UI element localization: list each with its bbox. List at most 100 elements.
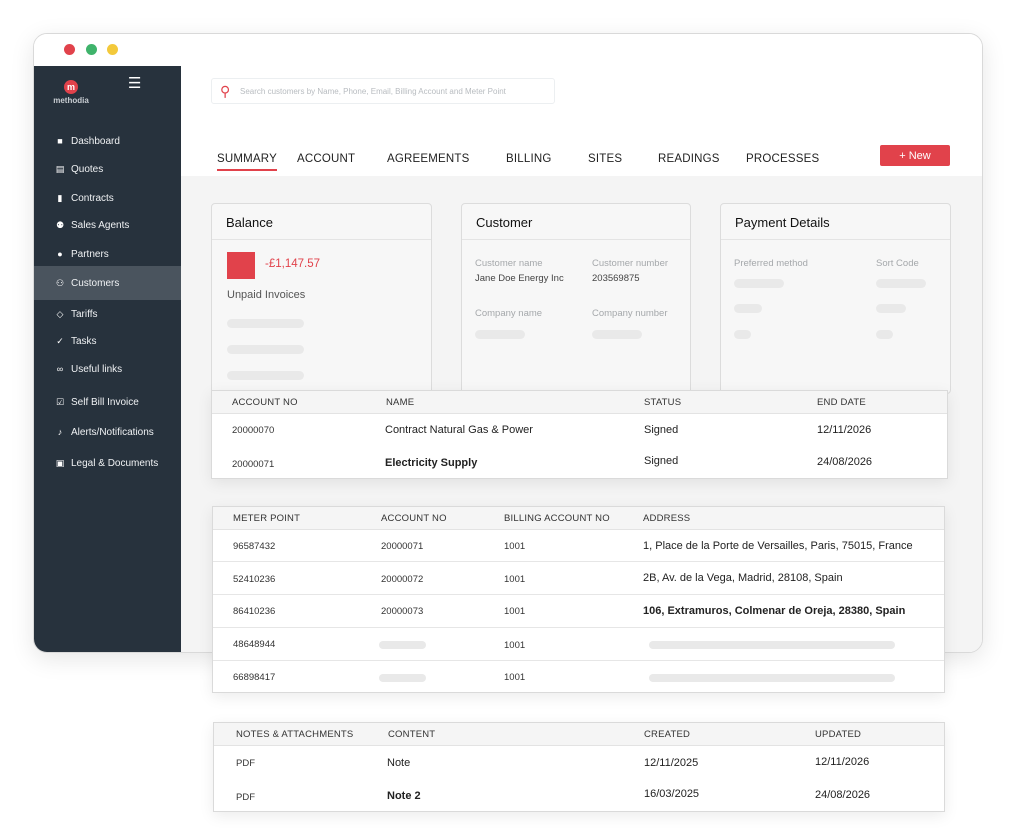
row-divider xyxy=(213,561,944,562)
unpaid-invoices-label[interactable]: Unpaid Invoices xyxy=(227,289,305,301)
new-button[interactable]: + New xyxy=(880,145,950,166)
sidebar-item-legal-documents[interactable]: ▣ Legal & Documents xyxy=(34,447,181,479)
customer-number-value: 203569875 xyxy=(592,273,640,284)
placeholder-line xyxy=(475,330,525,339)
customer-card: Customer Customer name Jane Doe Energy I… xyxy=(461,203,691,394)
stage: m methodia ☰ ■ Dashboard ▤ Quotes ▮ Cont… xyxy=(0,0,1024,840)
column-header[interactable]: NAME xyxy=(386,397,414,408)
checkbox-icon: ☑ xyxy=(55,396,65,407)
minimize-dot-icon[interactable] xyxy=(107,44,118,55)
sidebar-item-alerts[interactable]: ♪ Alerts/Notifications xyxy=(34,416,181,448)
status-cell: Signed xyxy=(644,424,679,436)
billing-account-cell: 1001 xyxy=(504,640,526,651)
file-type-cell: PDF xyxy=(236,758,255,769)
address-cell: 1, Place de la Porte de Versailles, Pari… xyxy=(643,540,913,552)
placeholder-line xyxy=(734,304,762,313)
tab-summary[interactable]: SUMMARY xyxy=(217,153,277,171)
column-header[interactable]: NOTES & ATTACHMENTS xyxy=(236,729,353,740)
billing-account-cell: 1001 xyxy=(504,574,526,585)
column-header[interactable]: CONTENT xyxy=(388,729,435,740)
column-header[interactable]: ACCOUNT NO xyxy=(232,397,298,408)
sidebar-item-quotes[interactable]: ▤ Quotes xyxy=(34,153,181,185)
address-cell: 2B, Av. de la Vega, Madrid, 28108, Spain xyxy=(643,572,843,584)
column-header[interactable]: END DATE xyxy=(817,397,866,408)
tab-billing[interactable]: BILLING xyxy=(506,153,552,165)
table-header: METER POINT ACCOUNT NO BILLING ACCOUNT N… xyxy=(213,507,944,530)
sort-code-label: Sort Code xyxy=(876,258,919,269)
account-no-cell: 20000071 xyxy=(381,541,424,552)
placeholder-line xyxy=(227,345,304,354)
column-header[interactable]: METER POINT xyxy=(233,513,300,524)
sidebar-item-self-bill-invoice[interactable]: ☑ Self Bill Invoice xyxy=(34,386,181,418)
account-no-cell: 20000071 xyxy=(232,459,275,470)
logo[interactable]: m methodia xyxy=(46,80,96,105)
card-divider xyxy=(212,239,431,240)
row-divider xyxy=(213,627,944,628)
sidebar-item-label: Tasks xyxy=(71,335,97,347)
tab-readings[interactable]: READINGS xyxy=(658,153,720,165)
name-cell: Electricity Supply xyxy=(385,457,478,469)
sidebar-item-label: Customers xyxy=(71,277,120,289)
meter-points-table: METER POINT ACCOUNT NO BILLING ACCOUNT N… xyxy=(212,506,945,693)
status-cell: Signed xyxy=(644,455,679,467)
sidebar-item-sales-agents[interactable]: ⚉ Sales Agents xyxy=(34,209,181,241)
tab-agreements[interactable]: AGREEMENTS xyxy=(387,153,470,165)
users-icon: ⚇ xyxy=(55,277,65,288)
account-no-cell: 20000070 xyxy=(232,425,275,436)
top-bar: ⚲ SUMMARY ACCOUNT AGREEMENTS BILLING SIT… xyxy=(181,66,982,176)
sidebar-item-label: Contracts xyxy=(71,192,114,204)
accounts-table: ACCOUNT NO NAME STATUS END DATE 20000070… xyxy=(211,390,948,479)
table-header: NOTES & ATTACHMENTS CONTENT CREATED UPDA… xyxy=(214,723,944,746)
check-icon: ✓ xyxy=(56,335,64,346)
customer-title: Customer xyxy=(476,215,533,230)
column-header[interactable]: CREATED xyxy=(644,729,690,740)
payment-details-card: Payment Details Preferred method Sort Co… xyxy=(720,203,951,394)
column-header[interactable]: UPDATED xyxy=(815,729,861,740)
column-header[interactable]: BILLING ACCOUNT NO xyxy=(504,513,610,524)
sidebar-item-label: Alerts/Notifications xyxy=(71,426,154,438)
column-header[interactable]: ACCOUNT NO xyxy=(381,513,447,524)
payment-title: Payment Details xyxy=(735,215,830,230)
updated-cell: 24/08/2026 xyxy=(815,789,871,801)
column-header[interactable]: STATUS xyxy=(644,397,681,408)
sidebar-item-useful-links[interactable]: ∞ Useful links xyxy=(34,353,181,385)
close-dot-icon[interactable] xyxy=(64,44,75,55)
meter-point-cell: 66898417 xyxy=(233,672,276,683)
sidebar-item-label: Tariffs xyxy=(71,308,98,320)
placeholder-line xyxy=(876,330,893,339)
logo-text: methodia xyxy=(53,96,89,105)
content-cell: Note 2 xyxy=(387,790,421,802)
account-no-cell: 20000073 xyxy=(381,606,424,617)
hamburger-menu-icon[interactable]: ☰ xyxy=(128,74,141,92)
tab-processes[interactable]: PROCESSES xyxy=(746,153,819,165)
balance-indicator xyxy=(227,252,255,279)
search-input[interactable] xyxy=(240,86,540,96)
bell-icon: ♪ xyxy=(57,427,63,437)
customer-name-label: Customer name xyxy=(475,258,543,269)
placeholder-line xyxy=(876,279,926,288)
search-box[interactable]: ⚲ xyxy=(211,78,555,104)
tab-sites[interactable]: SITES xyxy=(588,153,622,165)
placeholder-line xyxy=(649,641,895,649)
balance-amount: -£1,147.57 xyxy=(265,258,320,270)
sidebar-item-label: Partners xyxy=(71,248,109,260)
address-cell: 106, Extramuros, Colmenar de Oreja, 2838… xyxy=(643,605,906,617)
logo-mark: m xyxy=(64,80,78,94)
placeholder-line xyxy=(734,279,784,288)
name-cell: Contract Natural Gas & Power xyxy=(385,424,533,436)
sidebar-item-label: Dashboard xyxy=(71,135,120,147)
person-icon: ● xyxy=(57,249,63,259)
tag-icon: ◇ xyxy=(56,308,64,319)
search-icon[interactable]: ⚲ xyxy=(220,83,240,100)
file-type-cell: PDF xyxy=(236,792,255,803)
maximize-dot-icon[interactable] xyxy=(86,44,97,55)
sidebar: m methodia ☰ ■ Dashboard ▤ Quotes ▮ Cont… xyxy=(34,66,181,652)
placeholder-line xyxy=(876,304,906,313)
company-number-label: Company number xyxy=(592,308,668,319)
tab-account[interactable]: ACCOUNT xyxy=(297,153,355,165)
placeholder-line xyxy=(649,674,895,682)
sidebar-item-customers[interactable]: ⚇ Customers xyxy=(34,266,181,300)
customer-name-value: Jane Doe Energy Inc xyxy=(475,273,564,284)
notes-attachments-table: NOTES & ATTACHMENTS CONTENT CREATED UPDA… xyxy=(213,722,945,812)
column-header[interactable]: ADDRESS xyxy=(643,513,690,524)
